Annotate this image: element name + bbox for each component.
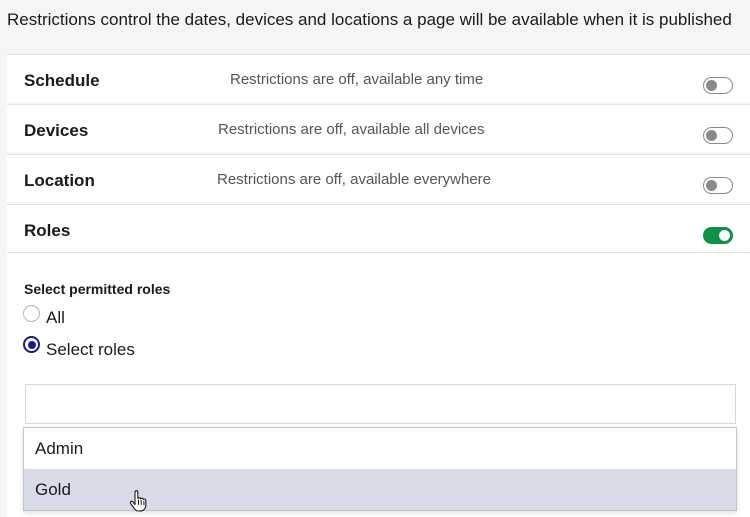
- restriction-row-roles: Roles: [7, 204, 750, 252]
- devices-toggle[interactable]: [703, 127, 733, 144]
- restriction-status-location: Restrictions are off, available everywhe…: [217, 171, 492, 188]
- toggle-knob: [706, 80, 717, 91]
- restriction-title-location: Location: [24, 171, 95, 190]
- roles-toggle[interactable]: [703, 227, 733, 244]
- dropdown-option-label: Gold: [35, 480, 71, 499]
- radio-label-all: All: [46, 308, 65, 327]
- roles-search-input[interactable]: [25, 384, 736, 424]
- page-intro-text: Restrictions control the dates, devices …: [7, 10, 732, 29]
- restriction-row-schedule: Schedule Restrictions are off, available…: [7, 54, 750, 102]
- schedule-toggle[interactable]: [703, 77, 733, 94]
- restriction-title-schedule: Schedule: [24, 71, 100, 90]
- radio-button-select-roles[interactable]: [23, 336, 40, 353]
- radio-label-select-roles: Select roles: [46, 340, 135, 359]
- radio-button-all[interactable]: [23, 305, 40, 322]
- restriction-title-roles: Roles: [24, 221, 71, 240]
- restriction-title-devices: Devices: [24, 121, 89, 140]
- restriction-row-devices: Devices Restrictions are off, available …: [7, 104, 750, 152]
- restriction-row-location: Location Restrictions are off, available…: [7, 154, 750, 202]
- dropdown-option-admin[interactable]: Admin: [24, 428, 736, 469]
- toggle-knob: [706, 180, 717, 191]
- radio-dot: [27, 340, 36, 349]
- select-permitted-roles-label: Select permitted roles: [24, 281, 171, 297]
- toggle-knob: [706, 130, 717, 141]
- location-toggle[interactable]: [703, 177, 733, 194]
- hand-pointer-icon: [129, 490, 147, 512]
- restriction-status-schedule: Restrictions are off, available any time: [230, 71, 484, 88]
- dropdown-option-label: Admin: [35, 439, 84, 458]
- restriction-status-devices: Restrictions are off, available all devi…: [218, 121, 485, 138]
- toggle-knob: [719, 230, 730, 241]
